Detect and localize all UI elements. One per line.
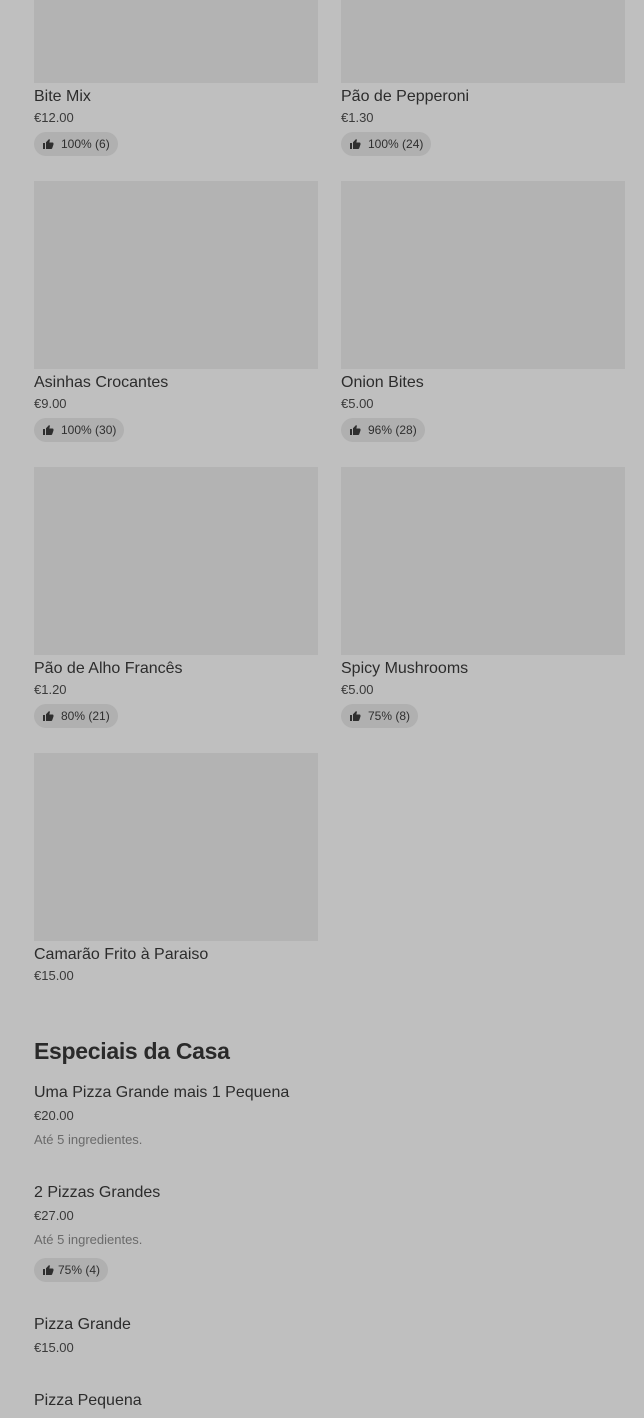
rating-badge: 80% (21) [34, 704, 118, 728]
product-price: €1.30 [341, 110, 374, 125]
item-name: Uma Pizza Grande mais 1 Pequena [34, 1084, 290, 1101]
thumbs-up-icon [350, 139, 361, 149]
thumbs-up-icon [43, 425, 54, 435]
product-card-pao-de-pepperoni[interactable]: Pão de Pepperoni €1.30 100% (24) [341, 0, 625, 156]
item-description: Até 5 ingredientes. [34, 1232, 143, 1247]
rating-badge: 100% (30) [34, 418, 125, 442]
menu-item-pizza-pequena[interactable]: Pizza Pequena [34, 1391, 624, 1411]
rating-text: 100% (6) [61, 137, 110, 151]
product-card-spicy-mushrooms[interactable]: Spicy Mushrooms €5.00 75% (8) [341, 467, 625, 728]
product-price: €15.00 [34, 968, 74, 983]
rating-badge: 100% (6) [34, 132, 118, 156]
product-card-asinhas-crocantes[interactable]: Asinhas Crocantes €9.00 100% (30) [34, 181, 318, 442]
item-name: Pizza Pequena [34, 1392, 142, 1409]
product-image[interactable] [34, 467, 318, 655]
product-image[interactable] [34, 753, 318, 941]
product-image[interactable] [341, 0, 625, 83]
especiais-section: Especiais da Casa Uma Pizza Grande mais … [34, 1037, 624, 1409]
item-price: €15.00 [34, 1340, 74, 1355]
item-price: €20.00 [34, 1108, 74, 1123]
menu-item-pizza-grande-mais-pequena[interactable]: Uma Pizza Grande mais 1 Pequena €20.00 A… [34, 1083, 624, 1148]
rating-badge: 75% (8) [341, 704, 419, 728]
product-card-camarao-frito[interactable]: Camarão Frito à Paraiso €15.00 [34, 753, 318, 984]
item-price: €27.00 [34, 1208, 74, 1223]
product-name: Camarão Frito à Paraiso [34, 946, 209, 963]
product-name: Asinhas Crocantes [34, 374, 169, 391]
product-image[interactable] [34, 0, 318, 83]
product-image[interactable] [34, 181, 318, 369]
item-name: Pizza Grande [34, 1316, 131, 1333]
rating-text: 96% (28) [368, 423, 417, 437]
rating-text: 100% (24) [368, 137, 424, 151]
thumbs-up-icon [43, 139, 54, 149]
menu-item-pizza-grande[interactable]: Pizza Grande €15.00 [34, 1315, 624, 1356]
section-title: Especiais da Casa [34, 1038, 230, 1064]
product-name: Pão de Pepperoni [341, 88, 470, 105]
menu-item-2-pizzas-grandes[interactable]: 2 Pizzas Grandes €27.00 Até 5 ingredient… [34, 1183, 624, 1282]
rating-badge: 75% (4) [34, 1258, 109, 1282]
rating-text: 80% (21) [61, 709, 110, 723]
product-card-pao-de-alho-frances[interactable]: Pão de Alho Francês €1.20 80% (21) [34, 467, 318, 728]
product-name: Spicy Mushrooms [341, 660, 469, 677]
product-price: €9.00 [34, 396, 67, 411]
item-description: Até 5 ingredientes. [34, 1132, 143, 1147]
thumbs-up-icon [350, 711, 361, 721]
product-image[interactable] [341, 467, 625, 655]
product-card-bite-mix[interactable]: Bite Mix €12.00 100% (6) [34, 0, 318, 156]
rating-text: 75% (8) [368, 709, 411, 723]
product-price: €5.00 [341, 396, 374, 411]
product-price: €12.00 [34, 110, 74, 125]
product-name: Bite Mix [34, 88, 91, 105]
product-price: €5.00 [341, 682, 374, 697]
item-name: 2 Pizzas Grandes [34, 1184, 161, 1201]
rating-badge: 96% (28) [341, 418, 425, 442]
product-card-onion-bites[interactable]: Onion Bites €5.00 96% (28) [341, 181, 625, 442]
thumbs-up-icon [350, 425, 361, 435]
product-name: Onion Bites [341, 374, 424, 391]
product-name: Pão de Alho Francês [34, 660, 183, 677]
product-price: €1.20 [34, 682, 67, 697]
thumbs-up-icon [43, 711, 54, 721]
rating-text: 100% (30) [61, 423, 117, 437]
rating-text: 75% (4) [58, 1263, 101, 1277]
product-image[interactable] [341, 181, 625, 369]
thumbs-up-icon [43, 1265, 54, 1275]
rating-badge: 100% (24) [341, 132, 432, 156]
